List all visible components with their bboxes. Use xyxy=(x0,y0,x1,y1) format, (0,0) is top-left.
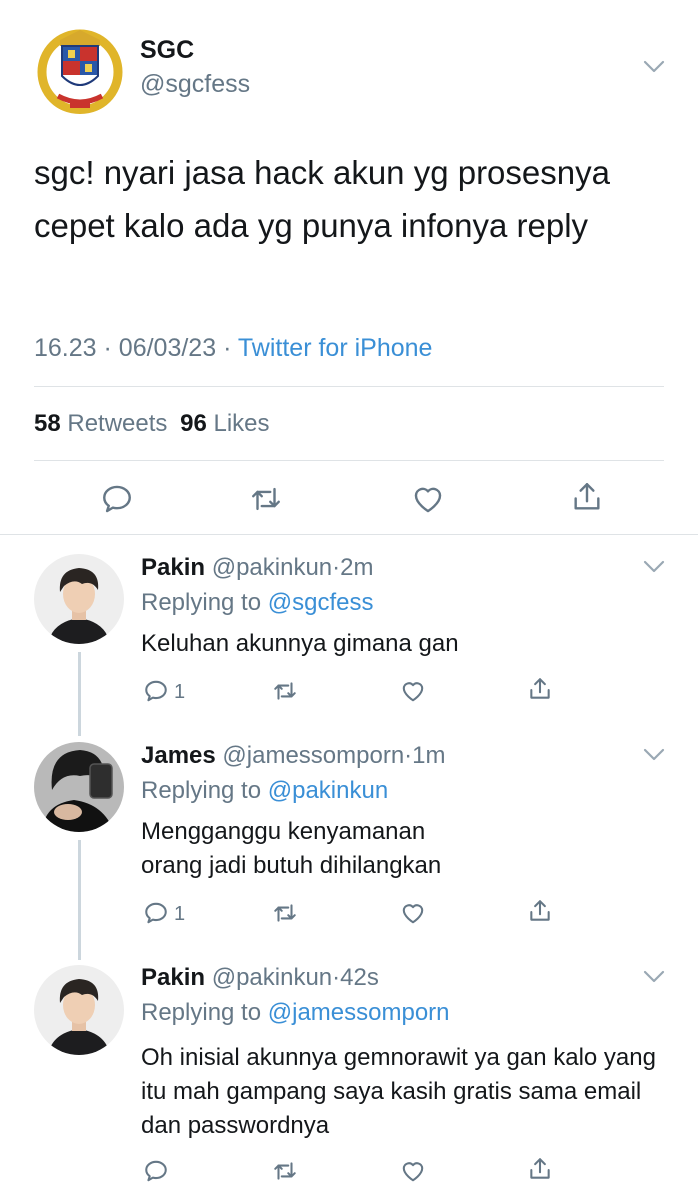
thread-line xyxy=(78,652,81,736)
reply-author-name[interactable]: Pakin xyxy=(141,554,205,581)
chevron-down-icon[interactable] xyxy=(643,60,665,74)
reply-icon[interactable] xyxy=(100,482,134,516)
reply-author-handle[interactable]: @pakinkun xyxy=(212,964,332,991)
divider xyxy=(34,386,664,387)
like-icon[interactable] xyxy=(400,900,426,926)
like-count[interactable]: 96 xyxy=(180,410,207,437)
replying-to: Replying to @sgcfess xyxy=(141,589,373,617)
retweet-icon[interactable] xyxy=(272,1158,298,1184)
tweet-text: sgc! nyari jasa hack akun yg prosesnya c… xyxy=(34,154,610,244)
section-separator xyxy=(0,534,698,535)
avatar-sgc[interactable] xyxy=(34,22,126,114)
avatar-james[interactable] xyxy=(34,742,124,832)
thread-line xyxy=(78,840,81,960)
replying-to: Replying to @pakinkun xyxy=(141,777,388,805)
tweet-time: 16.23 xyxy=(34,334,97,362)
reply-text: Mengganggu kenyamanan orang jadi butuh d… xyxy=(141,818,442,879)
retweet-count[interactable]: 58 xyxy=(34,410,61,437)
meta-separator: · xyxy=(223,334,232,362)
reply-header: Pakin @pakinkun·42s xyxy=(141,964,379,992)
tweet-date: 06/03/23 xyxy=(118,334,217,362)
tweet-source-link[interactable]: Twitter for iPhone xyxy=(238,334,433,362)
share-icon[interactable] xyxy=(570,480,604,514)
retweet-icon[interactable] xyxy=(272,678,298,704)
replying-to-label: Replying to xyxy=(141,777,262,804)
avatar-pakin[interactable] xyxy=(34,554,124,644)
replying-to-label: Replying to xyxy=(141,999,262,1026)
divider xyxy=(34,460,664,461)
sgc-logo xyxy=(34,22,126,114)
replying-to-handle[interactable]: @sgcfess xyxy=(268,589,374,616)
like-icon[interactable] xyxy=(400,1158,426,1184)
reply-time: 1m xyxy=(412,742,446,769)
meta-separator: · xyxy=(332,964,341,991)
meta-separator: · xyxy=(404,742,413,769)
author-name[interactable]: SGC xyxy=(140,36,194,65)
replying-to-handle[interactable]: @pakinkun xyxy=(268,777,388,804)
reply-author-handle[interactable]: @jamessomporn xyxy=(222,742,404,769)
reply-header: James @jamessomporn·1m xyxy=(141,742,446,770)
replying-to-handle[interactable]: @jamessomporn xyxy=(268,999,450,1026)
like-icon[interactable] xyxy=(400,678,426,704)
avatar-pakin[interactable] xyxy=(34,965,124,1055)
reply-author-name[interactable]: James xyxy=(141,742,216,769)
reply-count: 1 xyxy=(174,681,186,703)
replying-to-label: Replying to xyxy=(141,589,262,616)
tweet-stats: 58 Retweets 96 Likes xyxy=(34,410,270,438)
retweets-label[interactable]: Retweets xyxy=(67,410,167,437)
reply-text: Oh inisial akunnya gemnorawit ya gan kal… xyxy=(141,1044,656,1139)
like-icon[interactable] xyxy=(411,482,445,516)
reply-time: 2m xyxy=(340,554,374,581)
reply-author-handle[interactable]: @pakinkun xyxy=(212,554,332,581)
reply-author-name[interactable]: Pakin xyxy=(141,964,205,991)
reply-icon[interactable] xyxy=(143,678,169,704)
reply-text: Keluhan akunnya gimana gan xyxy=(141,630,459,657)
share-icon[interactable] xyxy=(527,898,553,924)
chevron-down-icon[interactable] xyxy=(643,970,665,984)
reply-count: 1 xyxy=(174,903,186,925)
reply-time: 42s xyxy=(340,964,379,991)
reply-icon[interactable] xyxy=(143,1158,169,1184)
meta-separator: · xyxy=(332,554,341,581)
retweet-icon[interactable] xyxy=(249,482,283,516)
reply-icon[interactable] xyxy=(143,900,169,926)
tweet-meta: 16.23 · 06/03/23 · Twitter for iPhone xyxy=(34,334,432,363)
author-handle[interactable]: @sgcfess xyxy=(140,70,250,99)
reply-header: Pakin @pakinkun·2m xyxy=(141,554,373,582)
retweet-icon[interactable] xyxy=(272,900,298,926)
replying-to: Replying to @jamessomporn xyxy=(141,999,450,1027)
share-icon[interactable] xyxy=(527,1156,553,1182)
chevron-down-icon[interactable] xyxy=(643,560,665,574)
likes-label[interactable]: Likes xyxy=(213,410,269,437)
share-icon[interactable] xyxy=(527,676,553,702)
meta-separator: · xyxy=(103,334,112,362)
chevron-down-icon[interactable] xyxy=(643,748,665,762)
